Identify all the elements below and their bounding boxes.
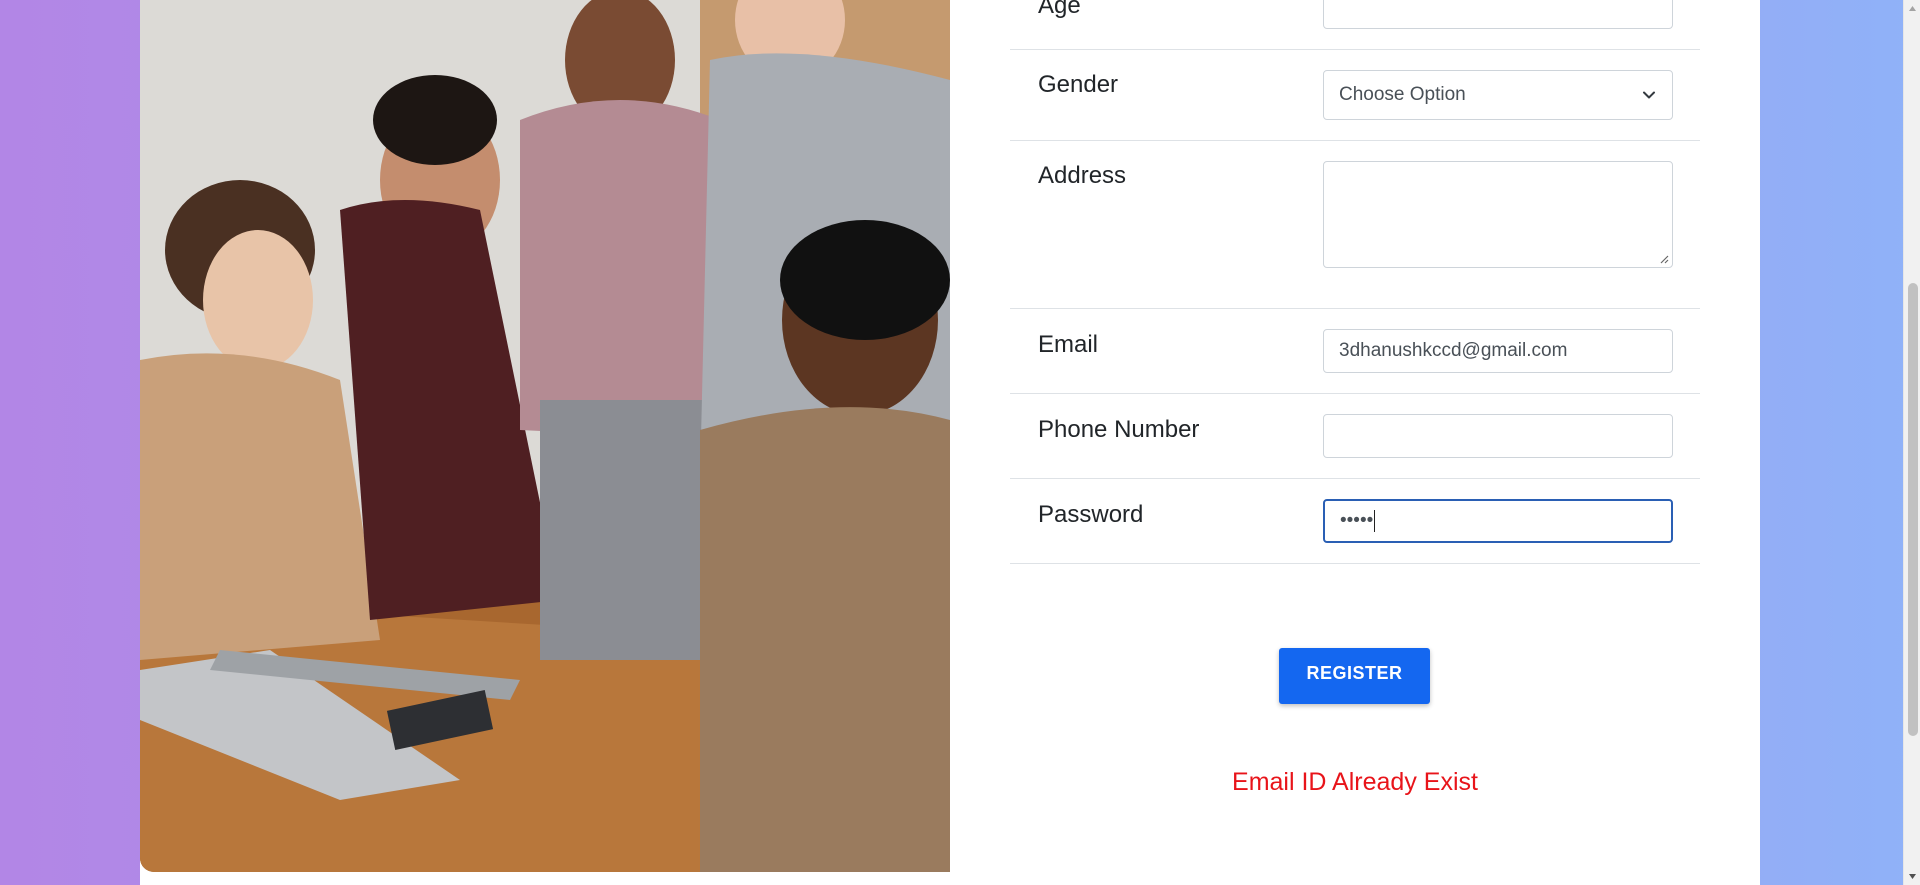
vertical-scrollbar[interactable]: [1903, 0, 1920, 885]
team-photo: [140, 0, 950, 872]
email-input[interactable]: 3dhanushkccd@gmail.com: [1323, 329, 1673, 373]
password-row: Password •••••: [1010, 479, 1700, 564]
age-input[interactable]: [1323, 0, 1673, 29]
gender-label: Gender: [1038, 71, 1119, 98]
gender-row: Gender Choose Option: [1010, 50, 1700, 141]
phone-label: Phone Number: [1038, 416, 1200, 443]
address-row: Address: [1010, 141, 1700, 309]
scroll-up-arrow-icon[interactable]: [1908, 4, 1917, 13]
resize-grip-icon[interactable]: [1659, 254, 1669, 264]
scroll-down-arrow-icon[interactable]: [1908, 872, 1917, 881]
password-input[interactable]: •••••: [1323, 499, 1673, 543]
text-caret: [1374, 510, 1376, 532]
age-label: Age: [1038, 0, 1081, 19]
scrollbar-thumb[interactable]: [1908, 283, 1918, 736]
email-label: Email: [1038, 331, 1099, 358]
error-message: Email ID Already Exist: [1232, 768, 1478, 796]
password-label: Password: [1038, 501, 1144, 528]
email-row: Email 3dhanushkccd@gmail.com: [1010, 309, 1700, 394]
team-illustration: [140, 0, 950, 872]
phone-row: Phone Number: [1010, 394, 1700, 479]
gender-selected-value: Choose Option: [1339, 84, 1466, 105]
gender-select[interactable]: Choose Option: [1323, 70, 1673, 120]
address-textarea[interactable]: [1323, 161, 1673, 268]
phone-input[interactable]: [1323, 414, 1673, 458]
age-row: Age: [1010, 0, 1700, 50]
address-label: Address: [1038, 162, 1127, 189]
password-masked-value: •••••: [1340, 510, 1374, 531]
register-button[interactable]: REGISTER: [1279, 648, 1430, 704]
chevron-down-icon: [1643, 91, 1655, 99]
